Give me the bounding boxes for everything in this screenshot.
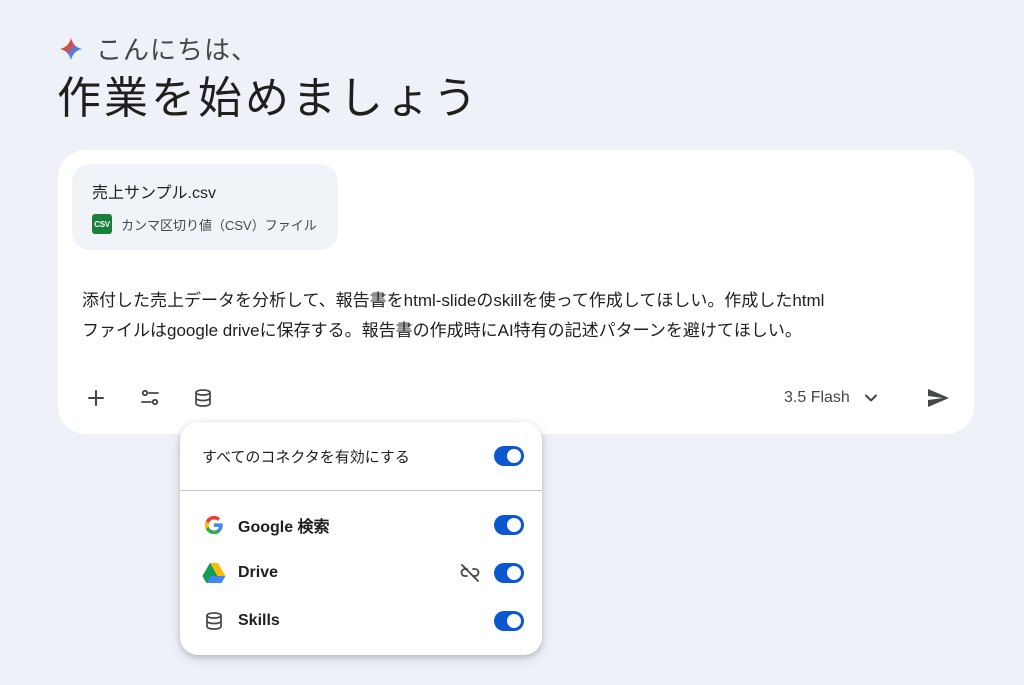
attachment-chip[interactable]: 売上サンプル.csv CSV カンマ区切り値（CSV）ファイル (72, 164, 338, 250)
connectors-button[interactable] (191, 386, 215, 410)
toggle-knob (507, 449, 521, 463)
prompt-line-1: 添付した売上データを分析して、報告書をhtml-slideのskillを使って作… (82, 291, 825, 310)
plus-icon (88, 390, 104, 406)
chevron-down-icon (864, 394, 877, 402)
prompt-line-2: ファイルはgoogle driveに保存する。報告書の作成時にAI特有の記述パタ… (82, 321, 802, 340)
connector-label: Drive (238, 564, 279, 581)
gemini-home: こんにちは、 作業を始めましょう 売上サンプル.csv CSV カンマ区切り値（… (0, 0, 1024, 685)
link-off-icon[interactable] (458, 561, 482, 585)
prompt-input[interactable]: 添付した売上データを分析して、報告書をhtml-slideのskillを使って作… (82, 286, 962, 346)
model-selector[interactable]: 3.5 Flash (784, 386, 878, 410)
attachment-meta: CSV カンマ区切り値（CSV）ファイル (92, 214, 318, 234)
tune-icon (141, 389, 159, 406)
enable-all-row[interactable]: すべてのコネクタを有効にする (180, 436, 542, 476)
menu-divider (180, 490, 542, 491)
gemini-sparkle-icon (59, 36, 83, 61)
database-icon (202, 609, 226, 633)
google-search-toggle[interactable] (494, 515, 524, 535)
toggle-knob (507, 614, 521, 628)
send-icon (928, 389, 949, 407)
prompt-card: 売上サンプル.csv CSV カンマ区切り値（CSV）ファイル 添付した売上デー… (58, 150, 974, 434)
send-button[interactable] (924, 384, 952, 412)
connector-label: Skills (238, 612, 280, 629)
attachment-file-name: 売上サンプル.csv (92, 185, 216, 202)
toggle-knob (507, 566, 521, 580)
greeting-headline: 作業を始めましょう (57, 74, 480, 123)
skills-toggle[interactable] (494, 611, 524, 631)
connector-label: Google 検索 (238, 519, 330, 536)
enable-all-toggle[interactable] (494, 446, 524, 466)
google-drive-icon (202, 561, 226, 585)
connector-row-google-search[interactable]: Google 検索 (180, 505, 542, 545)
tools-button[interactable] (138, 386, 162, 410)
enable-all-label: すべてのコネクタを有効にする (202, 448, 410, 466)
google-g-icon (202, 513, 226, 537)
connector-row-drive[interactable]: Drive (180, 553, 542, 593)
model-label: 3.5 Flash (784, 389, 850, 406)
toggle-knob (507, 518, 521, 532)
drive-toggle[interactable] (494, 563, 524, 583)
csv-file-icon: CSV (92, 214, 112, 234)
connector-row-skills[interactable]: Skills (180, 601, 542, 641)
attachment-file-type: カンマ区切り値（CSV）ファイル (121, 217, 317, 233)
add-button[interactable] (84, 386, 108, 410)
connectors-menu: すべてのコネクタを有効にする Google 検索 Drive Skills (180, 422, 542, 655)
database-icon (195, 389, 211, 407)
